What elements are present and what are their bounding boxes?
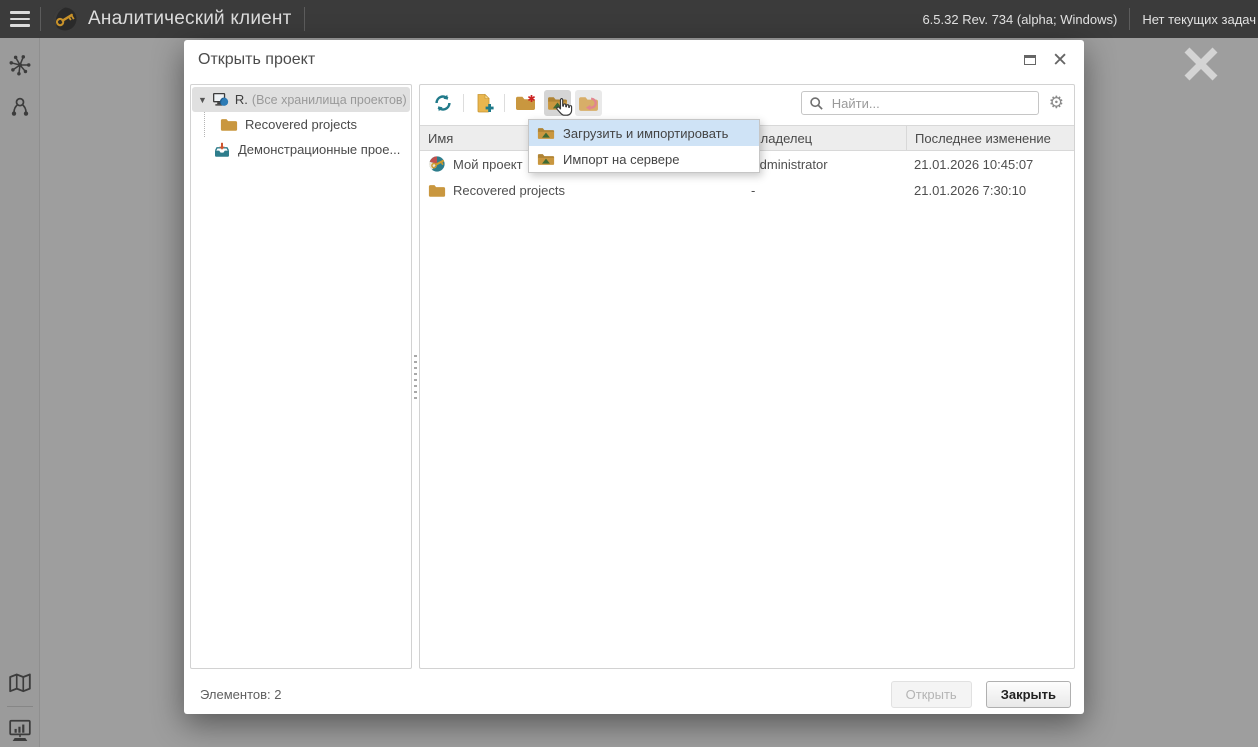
hierarchy-icon[interactable]	[7, 94, 33, 120]
search-input[interactable]	[830, 95, 1031, 112]
row-modified: 21.01.2026 10:45:07	[906, 157, 1074, 172]
folder-icon	[220, 117, 238, 132]
panel-splitter[interactable]	[412, 84, 419, 669]
open-project-dialog: Открыть проект ✕ ▼ R. (Все хранилища про…	[184, 40, 1084, 714]
column-header-owner[interactable]: Владелец	[743, 126, 906, 150]
tree-item-demo-projects[interactable]: Демонстрационные прое...	[191, 137, 411, 162]
import-dropdown-menu: Загрузить и импортировать Импорт на серв…	[528, 119, 760, 173]
topbar-divider	[1129, 8, 1130, 30]
row-name: Мой проект	[453, 157, 523, 172]
splitter-grip-icon	[414, 355, 417, 399]
open-button[interactable]: Открыть	[891, 681, 972, 708]
topbar-divider	[304, 7, 305, 31]
items-count-label: Элементов: 2	[200, 687, 281, 702]
close-icon[interactable]: ✕	[1052, 51, 1068, 70]
menu-item-label: Импорт на сервере	[563, 152, 680, 167]
menu-item-server-import[interactable]: Импорт на сервере	[529, 146, 759, 172]
row-owner: -	[743, 183, 906, 198]
overlay-close-icon[interactable]	[1178, 41, 1224, 87]
dialog-titlebar: Открыть проект ✕	[184, 40, 1084, 80]
tree-root-label: R.	[235, 92, 248, 107]
toolbar-divider	[504, 94, 505, 112]
new-folder-icon	[515, 94, 537, 112]
server-import-button[interactable]	[575, 90, 602, 116]
maximize-icon[interactable]	[1024, 55, 1036, 65]
dialog-footer: Элементов: 2 Открыть Закрыть	[184, 674, 1084, 714]
tree-item-label: Демонстрационные прое...	[238, 142, 400, 157]
top-bar: Аналитический клиент 6.5.32 Rev. 734 (al…	[0, 0, 1258, 38]
map-icon[interactable]	[7, 670, 33, 696]
search-icon	[809, 96, 824, 111]
project-icon	[428, 155, 446, 173]
dialog-title: Открыть проект	[198, 51, 315, 69]
row-owner: Administrator	[743, 157, 906, 172]
new-folder-button[interactable]	[512, 90, 540, 116]
demo-projects-icon	[213, 142, 231, 158]
load-import-icon	[547, 95, 568, 112]
folder-icon	[428, 183, 446, 198]
tree-guide-line	[204, 112, 220, 137]
new-project-icon	[474, 93, 494, 113]
column-header-modified[interactable]: Последнее изменение	[906, 126, 1074, 150]
tree-item-all-storages[interactable]: ▼ R. (Все хранилища проектов)	[192, 87, 410, 112]
toolbar-divider	[463, 94, 464, 112]
settings-icon[interactable]: ⚙	[1049, 95, 1064, 112]
menu-item-label: Загрузить и импортировать	[563, 126, 728, 141]
refresh-button[interactable]	[430, 90, 456, 116]
tree-root-hint: (Все хранилища проектов)	[252, 93, 407, 107]
row-modified: 21.01.2026 7:30:10	[906, 183, 1074, 198]
table-row[interactable]: Recovered projects - 21.01.2026 7:30:10	[420, 177, 1074, 203]
refresh-icon	[433, 93, 453, 113]
new-project-button[interactable]	[471, 90, 497, 116]
row-name: Recovered projects	[453, 183, 565, 198]
list-toolbar: ⚙	[420, 85, 1074, 121]
load-import-icon	[537, 126, 555, 141]
tasks-status: Нет текущих задач	[1142, 12, 1258, 27]
sidebar-divider	[7, 706, 33, 707]
search-field[interactable]	[801, 91, 1039, 115]
menu-icon[interactable]	[0, 0, 40, 38]
tree-item-label: Recovered projects	[245, 117, 357, 132]
monitor-chart-icon[interactable]	[7, 717, 33, 743]
close-button[interactable]: Закрыть	[986, 681, 1071, 708]
logo-icon	[50, 4, 80, 34]
server-import-icon	[578, 95, 599, 112]
version-label: 6.5.32 Rev. 734 (alpha; Windows)	[922, 12, 1117, 27]
hub-icon[interactable]	[7, 52, 33, 78]
app-title: Аналитический клиент	[88, 8, 292, 30]
storage-tree-panel: ▼ R. (Все хранилища проектов) Recovered …	[190, 84, 412, 669]
import-menu-button[interactable]	[544, 90, 571, 116]
load-import-icon	[537, 152, 555, 167]
storage-icon	[212, 92, 229, 107]
menu-item-load-import[interactable]: Загрузить и импортировать	[529, 120, 759, 146]
left-sidebar	[0, 38, 40, 747]
chevron-down-icon[interactable]: ▼	[198, 95, 207, 105]
tree-item-recovered-projects[interactable]: Recovered projects	[191, 112, 411, 137]
topbar-divider	[40, 7, 41, 31]
